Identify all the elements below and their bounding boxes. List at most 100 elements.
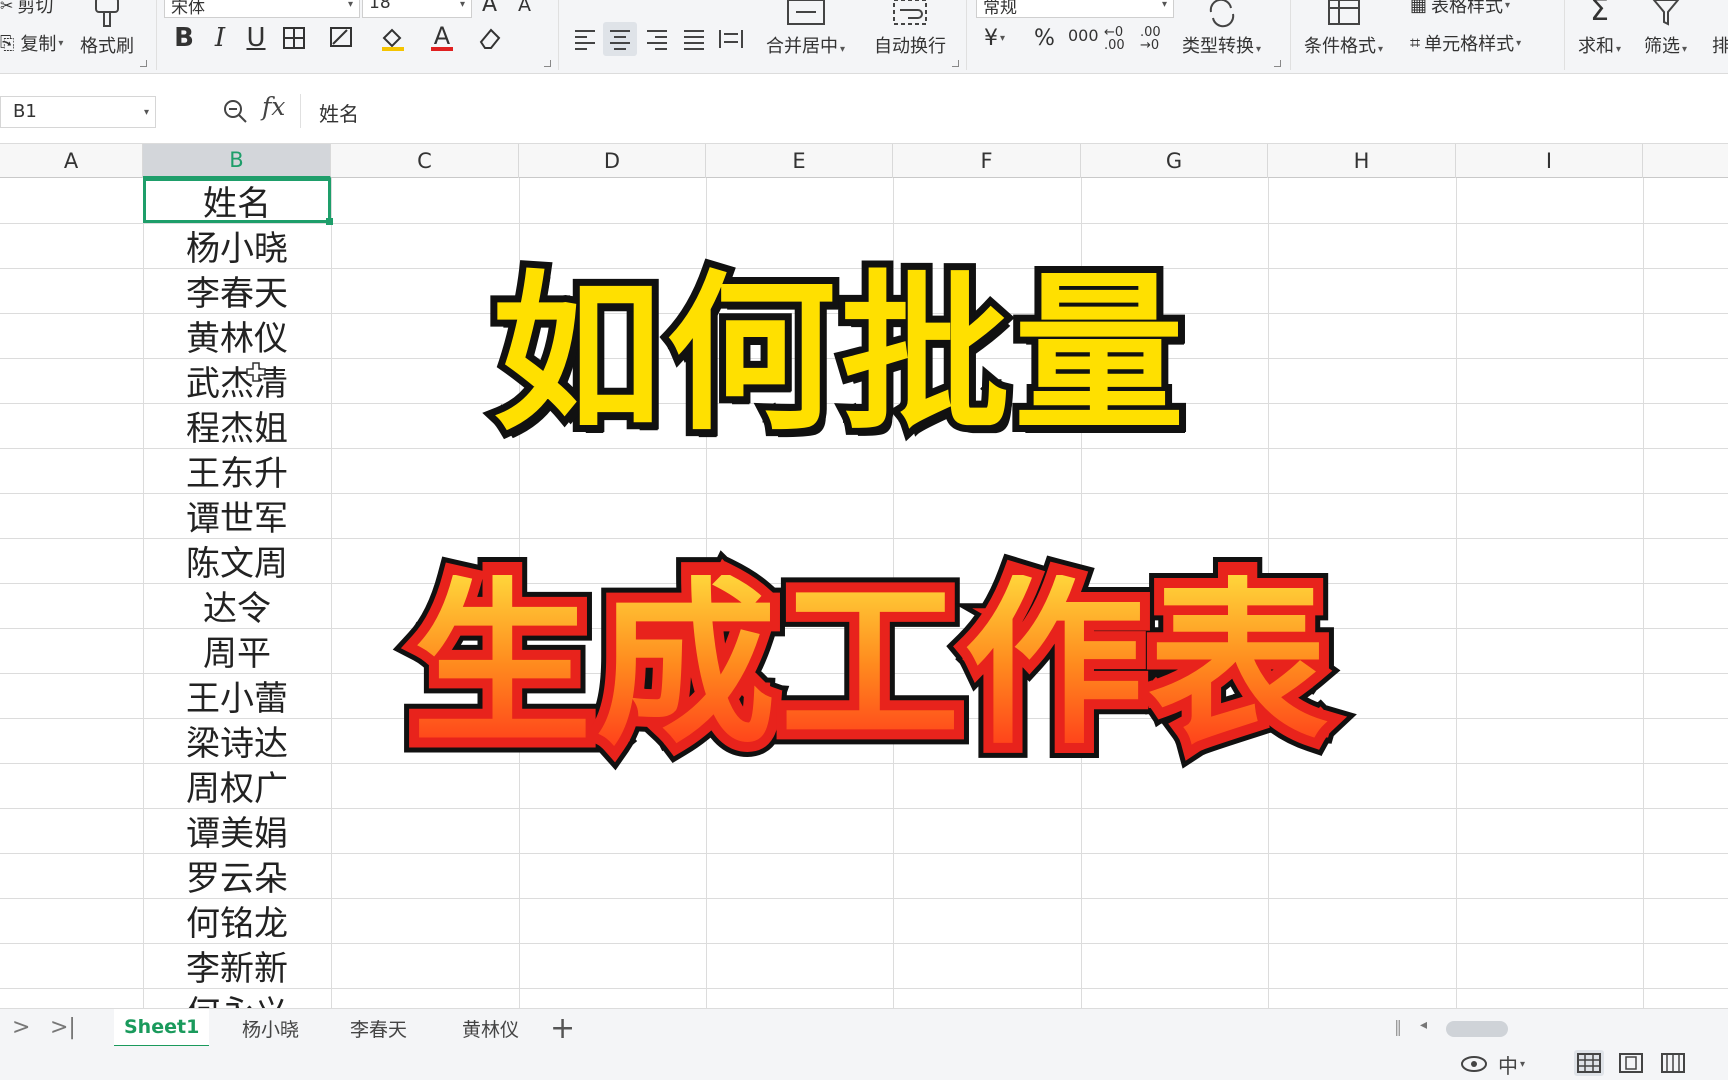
column-header-c[interactable]: C (331, 144, 519, 178)
cell-b6[interactable]: 程杰姐 (143, 403, 331, 449)
cell-b9[interactable]: 陈文周 (143, 538, 331, 584)
copy-button[interactable]: ⎘ 复制 ▾ (0, 30, 63, 56)
font-group-launcher[interactable] (544, 60, 551, 67)
fx-icon[interactable]: fx (262, 92, 285, 121)
cell-b18[interactable]: 李新新 (143, 943, 331, 989)
cell-b1-header[interactable]: 姓名 (143, 178, 333, 225)
cell-b11[interactable]: 周平 (143, 628, 331, 674)
last-sheet-icon[interactable]: >| (50, 1015, 76, 1040)
conditional-format-button[interactable]: 条件格式 ▾ (1304, 0, 1383, 58)
sheet-tab-label: 李春天 (350, 1018, 408, 1041)
alignment-group-launcher[interactable] (952, 60, 959, 67)
scrollbar-thumb[interactable] (1446, 1021, 1508, 1037)
column-header-f[interactable]: F (893, 144, 1081, 178)
cell-text: 梁诗达 (186, 724, 288, 764)
next-sheet-icon[interactable]: > (12, 1015, 30, 1040)
cell-b5[interactable]: 武杰清 (143, 358, 331, 404)
eraser-icon (479, 28, 501, 49)
increase-decimal-button[interactable]: ←0 .00 (1104, 26, 1134, 52)
cell-b3[interactable]: 李春天 (143, 268, 331, 314)
cell-b4[interactable]: 黄林仪 (143, 313, 331, 359)
wrap-text-button[interactable]: 自动换行 (874, 0, 946, 58)
column-header-g[interactable]: G (1081, 144, 1268, 178)
sheet-tab-3[interactable]: 李春天 (340, 1009, 417, 1047)
number-format-value: 常规 (983, 0, 1017, 18)
formula-input[interactable]: 姓名 (300, 94, 1728, 128)
conditional-format-icon (1327, 0, 1361, 28)
column-header-e[interactable]: E (706, 144, 893, 178)
font-name-select[interactable]: 宋体 ▾ (164, 0, 360, 18)
column-header-b[interactable]: B (143, 144, 331, 178)
justify-button[interactable] (677, 22, 711, 56)
clear-format-button[interactable] (474, 22, 506, 54)
format-painter-button[interactable]: 格式刷 (80, 0, 134, 58)
fill-color-button[interactable] (376, 22, 408, 54)
scroll-left-icon[interactable]: ◂ (1420, 1017, 1427, 1033)
sheet-tab-2[interactable]: 杨小晓 (232, 1009, 309, 1047)
cell-b17[interactable]: 何铭龙 (143, 898, 331, 944)
font-size-select[interactable]: 18 ▾ (362, 0, 472, 18)
eye-protection-icon[interactable] (1460, 1052, 1488, 1074)
cell-b14[interactable]: 周权广 (143, 763, 331, 809)
input-method-button[interactable]: 中 ▾ (1498, 1050, 1525, 1079)
conditional-format-label-wrap: 条件格式 ▾ (1304, 32, 1383, 58)
column-header-i[interactable]: I (1456, 144, 1643, 178)
cell-b8[interactable]: 谭世军 (143, 493, 331, 539)
add-sheet-button[interactable]: + (550, 1011, 575, 1046)
merge-center-button[interactable]: 合并居中 ▾ (766, 0, 845, 58)
number-format-select[interactable]: 常规 ▾ (976, 0, 1174, 18)
align-center-button[interactable] (603, 22, 637, 56)
chevron-down-icon: ▾ (347, 0, 353, 10)
cell-b19[interactable]: 何永义 (143, 988, 331, 1008)
cell-b7[interactable]: 王东升 (143, 448, 331, 494)
clipboard-group-launcher[interactable] (140, 60, 147, 67)
distributed-align-button[interactable] (714, 22, 748, 56)
sheet-tab-4[interactable]: 黄林仪 (452, 1009, 529, 1047)
normal-view-button[interactable] (1574, 1050, 1604, 1076)
name-box[interactable]: B1 ▾ (0, 96, 156, 128)
sort-label: 排 (1712, 32, 1728, 58)
page-break-view-button[interactable] (1658, 1050, 1688, 1076)
percent-button[interactable]: % (1034, 26, 1055, 51)
currency-button[interactable]: ¥ ▾ (984, 26, 1005, 51)
font-shrink-button[interactable]: A (518, 0, 531, 16)
underline-button[interactable]: U (240, 22, 272, 54)
font-color-button[interactable]: A (426, 22, 458, 54)
cell-b12[interactable]: 王小蕾 (143, 673, 331, 719)
table-style-button[interactable]: ▦ 表格样式 ▾ (1410, 0, 1510, 18)
sum-button[interactable]: Σ 求和 ▾ (1578, 0, 1621, 58)
filter-button[interactable]: 筛选 ▾ (1644, 0, 1687, 58)
sort-button[interactable]: 排 (1712, 0, 1728, 58)
overlay-title-line2: 生成工作表 (412, 560, 1333, 769)
scroll-split-icon: ‖ (1394, 1017, 1402, 1036)
page-layout-view-button[interactable] (1616, 1050, 1646, 1076)
font-grow-button[interactable]: A (482, 0, 497, 17)
column-header-h[interactable]: H (1268, 144, 1456, 178)
number-group-launcher[interactable] (1274, 60, 1281, 67)
cell-b13[interactable]: 梁诗达 (143, 718, 331, 764)
column-header-d[interactable]: D (519, 144, 706, 178)
cut-button[interactable]: ✂ 剪切 (0, 0, 53, 18)
column-header-a[interactable]: A (0, 144, 143, 178)
cell-b2[interactable]: 杨小晓 (143, 223, 331, 269)
fill-pattern-button[interactable] (326, 22, 358, 54)
cell-b10[interactable]: 达令 (143, 583, 331, 629)
zoom-icon[interactable] (222, 98, 248, 124)
filter-label: 筛选 (1644, 36, 1680, 57)
thousands-button[interactable]: 000 (1068, 26, 1099, 45)
type-convert-button[interactable]: 类型转换 ▾ (1182, 0, 1261, 58)
cell-b15[interactable]: 谭美娟 (143, 808, 331, 854)
bold-button[interactable]: B (168, 22, 200, 54)
align-right-button[interactable] (640, 22, 674, 56)
cell-b16[interactable]: 罗云朵 (143, 853, 331, 899)
cell-text: 何铭龙 (186, 904, 288, 944)
horizontal-scrollbar[interactable]: ‖ ◂ (1394, 1017, 1728, 1037)
align-left-button[interactable] (568, 22, 602, 56)
borders-button[interactable] (278, 22, 310, 54)
italic-button[interactable]: I (204, 22, 236, 54)
sheet-tab-sheet1[interactable]: Sheet1 (114, 1009, 210, 1047)
decrease-decimal-button[interactable]: .00 →0 (1140, 26, 1170, 52)
cell-style-button[interactable]: ⌗ 单元格样式 ▾ (1410, 30, 1521, 56)
gridline (1456, 178, 1457, 1008)
chevron-down-icon: ▾ (58, 37, 64, 49)
